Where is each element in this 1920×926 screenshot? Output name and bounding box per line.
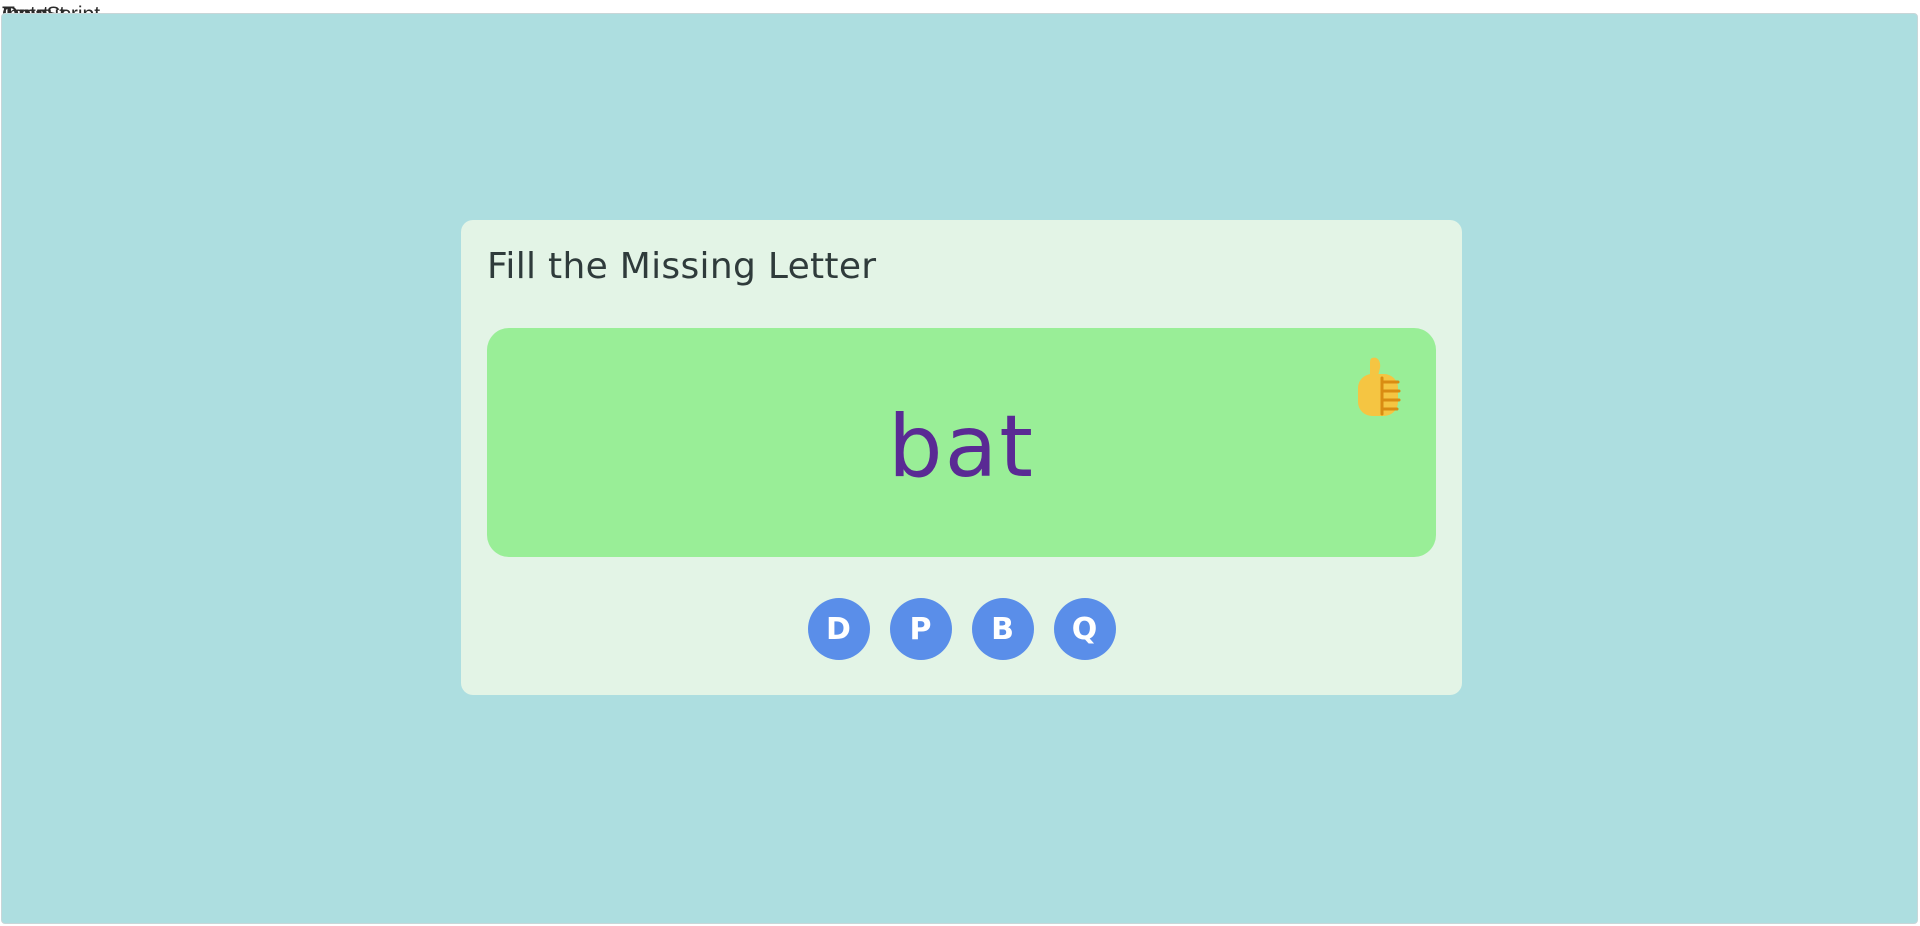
letter-button-d[interactable]: D [807,598,870,660]
letter-button-p[interactable]: P [889,598,952,660]
game-card: Fill the Missing Letter bat D P B Q [461,220,1462,695]
letter-options: D P B Q [461,598,1462,660]
game-stage: Fill the Missing Letter bat D P B Q [1,13,1918,924]
target-word: bat [887,397,1035,497]
word-panel: bat [487,328,1436,557]
game-title: Fill the Missing Letter [487,246,877,287]
letter-button-b[interactable]: B [971,598,1034,660]
letter-button-q[interactable]: Q [1053,598,1116,660]
